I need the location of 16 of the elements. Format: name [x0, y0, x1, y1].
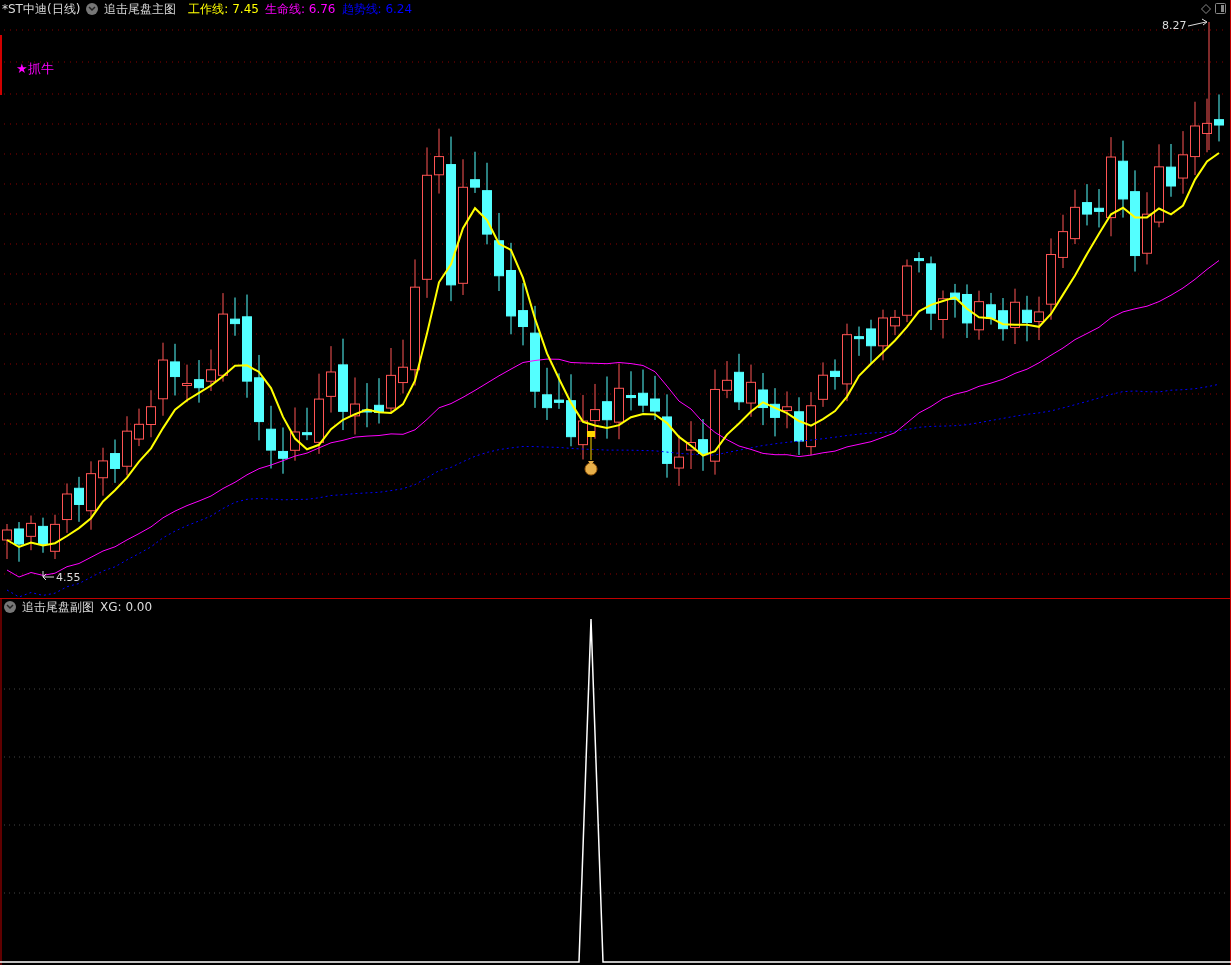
indicator-title: 追击尾盘主图: [104, 0, 177, 18]
money-bag-icon: [584, 431, 598, 476]
dropdown-icon[interactable]: [86, 2, 99, 15]
panel-icon[interactable]: [1215, 3, 1226, 14]
indicator-readout: 生命线: 6.76: [264, 0, 336, 18]
indicator-readout: 工作线: 7.45: [188, 0, 259, 18]
stock-title: *ST中迪(日线): [2, 0, 81, 18]
sub-chart-title: 追击尾盘副图: [22, 599, 94, 616]
indicator-readout: 趋势线: 6.24: [341, 0, 413, 18]
signal-label: ★抓牛: [16, 60, 54, 78]
arrow-icon: [1187, 18, 1208, 27]
dropdown-icon[interactable]: [4, 601, 16, 613]
signal-readout: XG: 0.00: [100, 599, 153, 616]
high-price-label: 8.27: [1162, 18, 1187, 34]
low-price-label: 4.55: [56, 570, 81, 586]
arrow-icon: [42, 570, 55, 581]
